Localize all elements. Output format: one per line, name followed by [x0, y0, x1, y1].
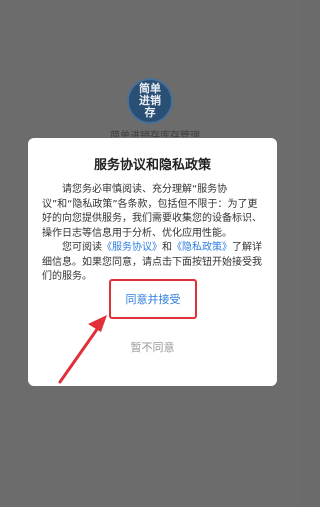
app-screen: 简单进销存 简单进销存库存管理 服务协议和隐私政策 请您务必审慎阅读、充分理解“…	[0, 0, 300, 507]
red-arrow-annotation	[58, 315, 107, 384]
